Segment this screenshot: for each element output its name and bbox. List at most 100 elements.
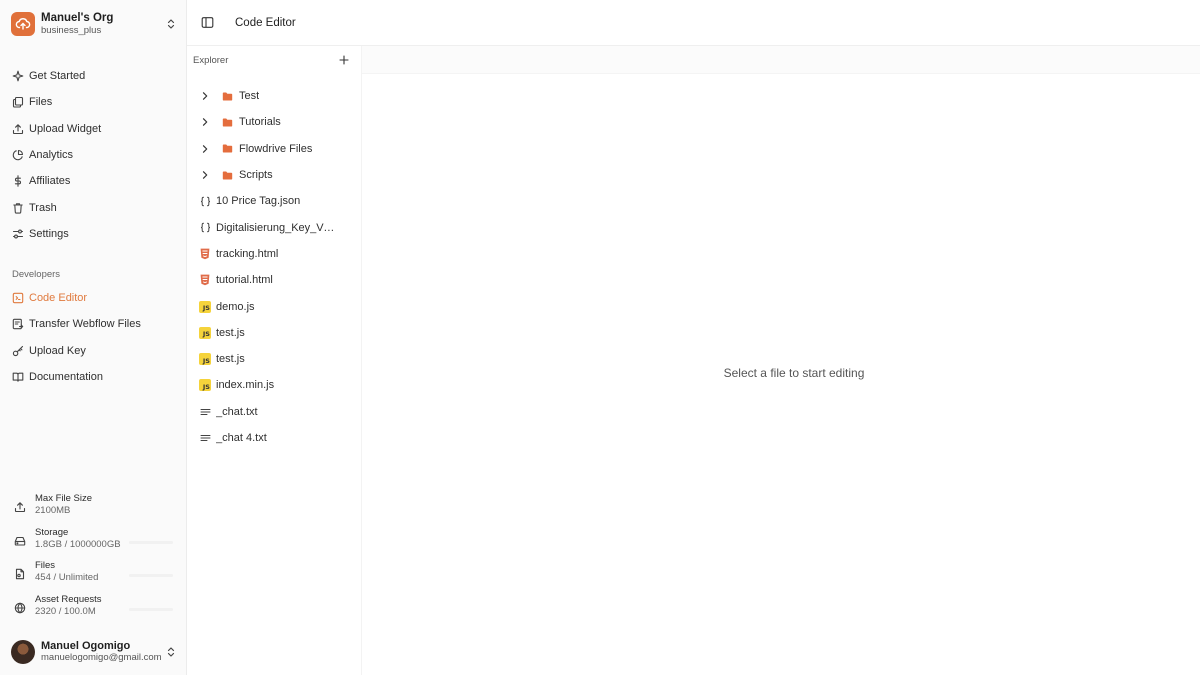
file-item[interactable]: JS test.js [187,320,362,346]
stat-files: Files 454 / Unlimited [0,556,187,590]
main-nav: Get Started Files Upload Widget Analytic… [0,63,187,247]
folder-icon [222,144,233,153]
sidebar-toggle-icon[interactable] [200,16,214,30]
file-item[interactable]: Digitalisierung_Key_Visual.json [187,214,362,240]
json-file-icon [199,195,211,207]
stat-asset-requests: Asset Requests 2320 / 100.0M [0,590,187,624]
file-name: tutorial.html [216,274,273,287]
usage-stats: Max File Size 2100MB Storage 1.8GB / 100… [0,489,187,624]
file-item[interactable]: JS test.js [187,346,362,372]
org-switcher[interactable]: Manuel's Org business_plus [11,11,177,37]
folder-item[interactable]: Tutorials [187,109,362,135]
stat-value: 2320 / 100.0M [35,605,96,617]
top-bar: Code Editor [187,0,1200,46]
folder-item[interactable]: Scripts [187,162,362,188]
org-logo-icon [11,12,35,36]
nav-label: Code Editor [29,292,88,305]
folder-item[interactable]: Test [187,83,362,109]
book-icon [12,372,24,382]
sidebar: Manuel's Org business_plus Get Started F… [0,0,187,675]
upload-icon [14,502,26,513]
nav-section-developers: Developers [12,269,61,280]
nav-item-documentation[interactable]: Documentation [0,364,187,390]
stat-value: 1.8GB / 1000000GB [35,538,121,550]
chevron-right-icon[interactable] [200,117,210,127]
pie-chart-icon [12,149,24,161]
file-item[interactable]: _chat.txt [187,399,362,425]
editor-empty-message: Select a file to start editing [723,366,865,380]
plus-icon [339,55,349,65]
html-file-icon [199,248,211,260]
file-icon [15,569,25,580]
stat-label: Max File Size [35,493,93,504]
file-name: Digitalisierung_Key_Visual.json [216,221,336,234]
stat-storage: Storage 1.8GB / 1000000GB [0,523,187,557]
chevron-right-icon[interactable] [200,91,210,101]
json-file-icon [199,222,211,234]
add-file-button[interactable] [337,53,351,67]
nav-label: Trash [29,201,57,214]
nav-item-analytics[interactable]: Analytics [0,142,187,168]
file-item[interactable]: JS index.min.js [187,372,362,398]
file-item[interactable]: JS demo.js [187,293,362,319]
nav-item-get-started[interactable]: Get Started [0,63,187,89]
file-tree: Test Tutorials Flowdrive Files Scripts 1… [187,83,362,451]
folder-name: Flowdrive Files [239,142,313,155]
nav-label: Settings [29,227,69,240]
org-name: Manuel's Org [41,11,114,24]
user-email: manuelogomigo@gmail.com [41,652,162,663]
chevron-right-icon[interactable] [200,170,210,180]
developers-nav: Code Editor Transfer Webflow Files Uploa… [0,285,187,390]
nav-label: Files [29,96,53,109]
key-icon [12,345,24,356]
nav-label: Documentation [29,371,103,384]
folder-item[interactable]: Flowdrive Files [187,136,362,162]
file-name: test.js [216,326,245,339]
explorer-title: Explorer [193,54,229,66]
file-item[interactable]: tracking.html [187,241,362,267]
file-name: _chat 4.txt [216,432,267,444]
text-file-icon [199,406,211,418]
requests-progress-bar [129,608,173,612]
file-item[interactable]: tutorial.html [187,267,362,293]
js-file-icon: JS [199,326,211,339]
dollar-icon [14,175,21,188]
file-name: _chat.txt [216,405,258,418]
transfer-icon [12,319,24,330]
chevron-up-down-icon[interactable] [165,644,177,660]
stat-value: 454 / Unlimited [35,572,99,584]
sliders-icon [12,229,24,239]
stat-label: Storage [35,526,69,538]
file-item[interactable]: 10 Price Tag.json [187,188,362,214]
nav-item-settings[interactable]: Settings [0,221,187,247]
sparkle-icon [12,70,24,82]
nav-item-affiliates[interactable]: Affiliates [0,168,187,194]
nav-label: Affiliates [29,175,71,188]
org-plan: business_plus [41,24,102,36]
file-name: test.js [216,353,245,366]
stat-value: 2100MB [35,504,71,516]
nav-item-upload-widget[interactable]: Upload Widget [0,116,187,142]
editor-tab-strip [362,46,1200,74]
nav-item-trash[interactable]: Trash [0,194,187,220]
nav-item-upload-key[interactable]: Upload Key [0,338,187,364]
js-file-icon: JS [199,353,211,366]
file-item[interactable]: _chat 4.txt [187,425,362,451]
upload-icon [12,123,24,134]
nav-item-code-editor[interactable]: Code Editor [0,285,187,311]
stat-max-file-size: Max File Size 2100MB [0,489,187,523]
nav-item-files[interactable]: Files [0,89,187,115]
nav-label: Analytics [29,149,74,162]
files-icon [12,97,24,108]
stat-label: Asset Requests [35,594,102,606]
user-menu[interactable]: Manuel Ogomigo manuelogomigo@gmail.com [11,639,177,665]
user-name: Manuel Ogomigo [41,640,131,653]
nav-item-transfer-webflow-files[interactable]: Transfer Webflow Files [0,311,187,337]
js-file-icon: JS [199,300,211,313]
chevron-right-icon[interactable] [200,144,210,154]
file-name: tracking.html [216,247,279,260]
chevron-up-down-icon[interactable] [165,16,177,32]
folder-icon [222,171,233,180]
nav-label: Upload Key [29,344,86,357]
nav-label: Transfer Webflow Files [29,318,141,331]
